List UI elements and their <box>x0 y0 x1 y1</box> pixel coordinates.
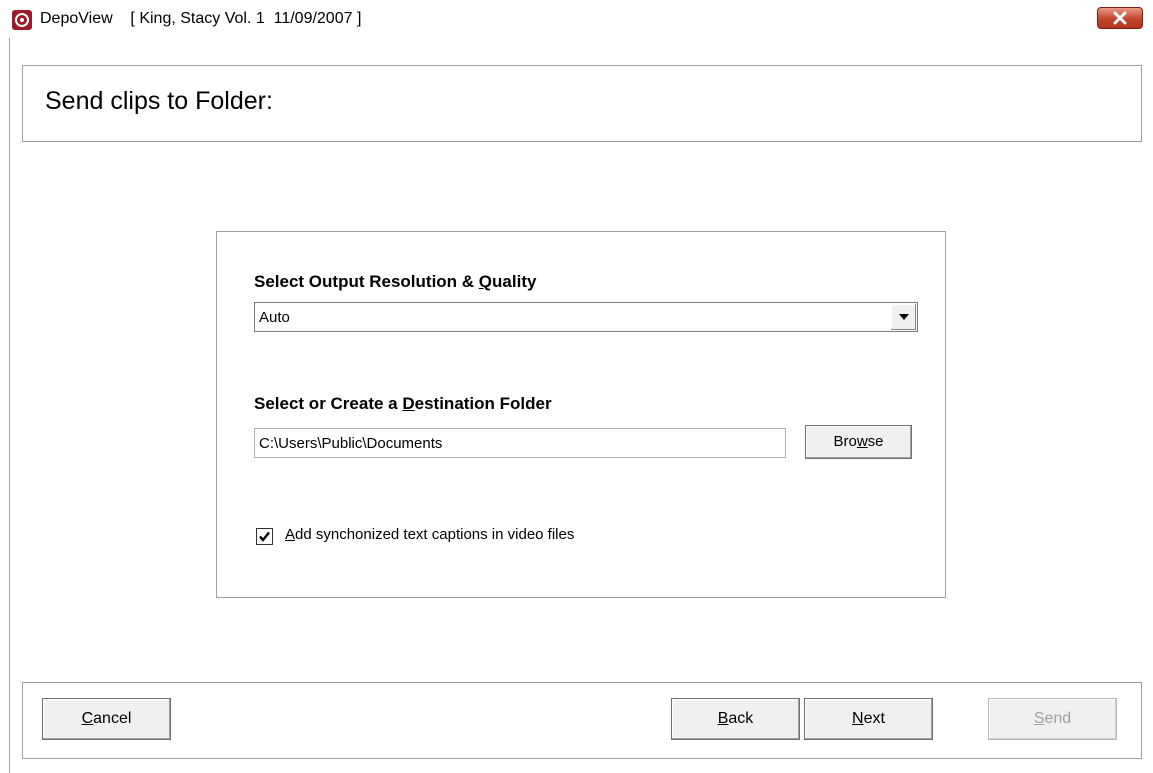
browse-button[interactable]: Browse <box>805 425 912 459</box>
next-button[interactable]: Next <box>804 698 933 740</box>
browse-label-suffix: se <box>867 433 884 450</box>
quality-select-value: Auto <box>259 309 290 326</box>
close-button[interactable] <box>1097 7 1143 29</box>
cancel-mnemonic: C <box>81 710 94 727</box>
send-label-suffix: end <box>1044 710 1072 727</box>
destination-label: Select or Create a Destination Folder <box>254 394 552 414</box>
window-app-name: DepoView <box>40 10 113 27</box>
quality-label-prefix: Select Output Resolution & <box>254 272 479 291</box>
destination-label-prefix: Select or Create a <box>254 394 403 413</box>
back-mnemonic: B <box>717 710 729 727</box>
quality-label-suffix: uality <box>492 272 537 291</box>
destination-label-mnemonic: D <box>402 394 415 413</box>
quality-label: Select Output Resolution & Quality <box>254 272 536 292</box>
destination-folder-input[interactable] <box>254 428 786 458</box>
captions-label-mnemonic: A <box>285 526 296 543</box>
close-icon <box>1113 11 1127 25</box>
chevron-down-icon <box>899 314 909 320</box>
send-button[interactable]: Send <box>988 698 1117 740</box>
send-mnemonic: S <box>1033 710 1045 727</box>
captions-checkbox[interactable] <box>256 528 273 545</box>
window-title-detail: [ King, Stacy Vol. 1 11/09/2007 ] <box>130 10 362 27</box>
options-panel: Select Output Resolution & Quality Auto … <box>216 231 946 598</box>
checkmark-icon <box>259 531 270 542</box>
captions-label-suffix: dd synchonized text captions in video fi… <box>295 526 575 543</box>
quality-select[interactable]: Auto <box>254 302 918 332</box>
back-button[interactable]: Back <box>671 698 800 740</box>
captions-checkbox-label[interactable]: Add synchonized text captions in video f… <box>285 526 574 543</box>
cancel-label-suffix: ancel <box>93 710 132 727</box>
window-title: DepoView [ King, Stacy Vol. 1 11/09/2007… <box>40 10 361 28</box>
browse-label-prefix: Bro <box>833 433 857 450</box>
page-title: Send clips to Folder: <box>45 87 273 115</box>
footer-panel: Cancel Back Next Send <box>22 682 1142 759</box>
quality-label-mnemonic: Q <box>478 272 493 291</box>
quality-dropdown-button[interactable] <box>890 304 916 330</box>
cancel-button[interactable]: Cancel <box>42 698 171 740</box>
next-mnemonic: N <box>852 710 864 727</box>
destination-label-suffix: estination Folder <box>414 394 552 413</box>
depoview-logo-icon <box>12 10 32 30</box>
next-label-suffix: ext <box>863 710 885 727</box>
back-label-suffix: ack <box>728 710 754 727</box>
header-panel: Send clips to Folder: <box>22 65 1142 142</box>
title-bar: DepoView [ King, Stacy Vol. 1 11/09/2007… <box>0 0 1153 38</box>
browse-label-mnemonic: w <box>856 433 868 450</box>
